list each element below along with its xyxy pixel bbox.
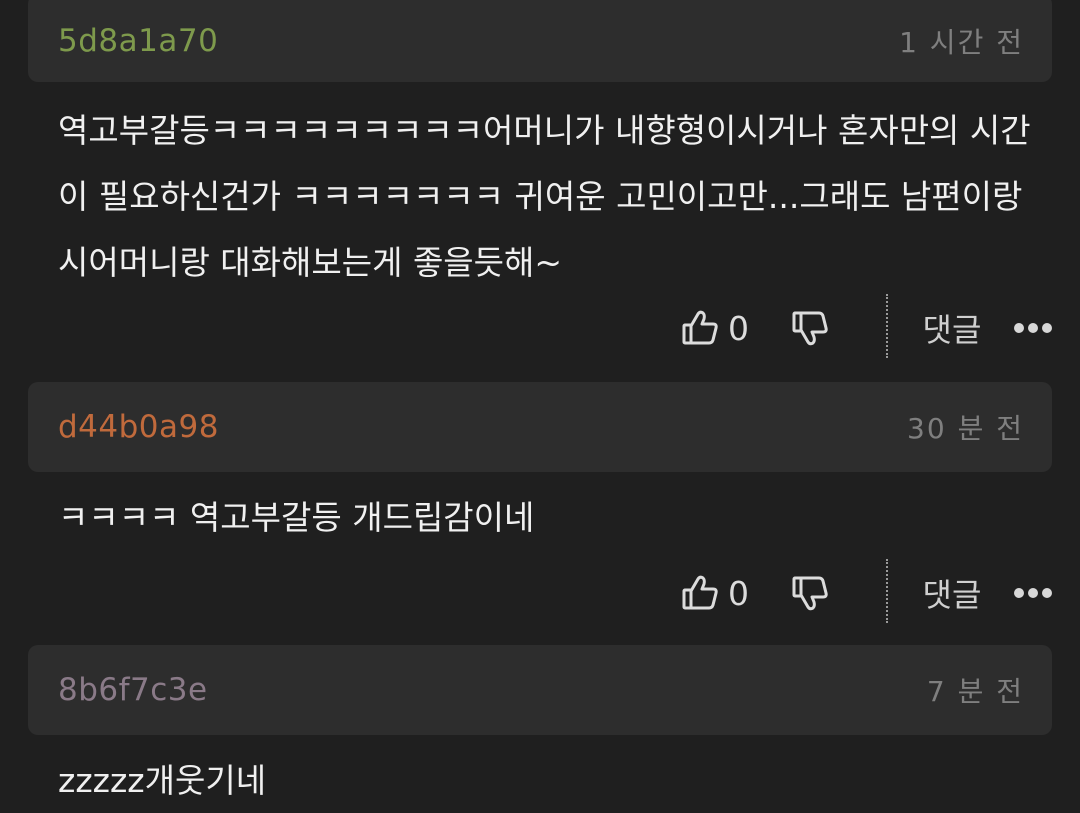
comment-header: d44b0a98 30 분 전 (28, 382, 1052, 472)
comment-body: zzzzz개웃기네 (58, 761, 267, 800)
reply-button[interactable]: 댓글 (914, 563, 990, 623)
comment-author[interactable]: 8b6f7c3e (58, 672, 208, 708)
comment-actions: 0 댓글 (0, 559, 1080, 623)
like-count: 0 (728, 573, 749, 613)
comment-timestamp: 7 분 전 (926, 675, 1024, 708)
comment-list: 5d8a1a70 1 시간 전 역고부갈등ㅋㅋㅋㅋㅋㅋㅋㅋㅋ어머니가 내향형이시… (0, 0, 1080, 813)
comment-header: 8b6f7c3e 7 분 전 (28, 645, 1052, 735)
more-options-button[interactable] (1010, 563, 1056, 623)
comment-header: 5d8a1a70 1 시간 전 (28, 0, 1052, 82)
thumbs-up-icon (682, 310, 718, 345)
more-dots-icon (1014, 323, 1052, 333)
dislike-button[interactable] (788, 298, 832, 358)
more-options-button[interactable] (1010, 298, 1056, 358)
action-divider (886, 294, 888, 358)
comment-timestamp: 30 분 전 (907, 412, 1024, 445)
reply-button[interactable]: 댓글 (914, 298, 990, 358)
thumbs-down-icon (792, 576, 828, 611)
thumbs-down-icon (792, 311, 828, 346)
comment-body: ㅋㅋㅋㅋ 역고부갈등 개드립감이네 (58, 498, 535, 537)
comment-author[interactable]: 5d8a1a70 (58, 17, 218, 59)
action-divider (886, 559, 888, 623)
comment-author[interactable]: d44b0a98 (58, 409, 219, 445)
comment-actions: 0 댓글 (0, 294, 1080, 358)
thumbs-up-icon (682, 575, 718, 610)
dislike-button[interactable] (788, 563, 832, 623)
like-button[interactable] (678, 563, 722, 623)
comment-body: 역고부갈등ㅋㅋㅋㅋㅋㅋㅋㅋㅋ어머니가 내향형이시거나 혼자만의 시간이 필요하신… (58, 111, 1033, 282)
more-dots-icon (1014, 588, 1052, 598)
like-count: 0 (728, 308, 749, 348)
like-button[interactable] (678, 298, 722, 358)
comment-timestamp: 1 시간 전 (899, 26, 1024, 59)
